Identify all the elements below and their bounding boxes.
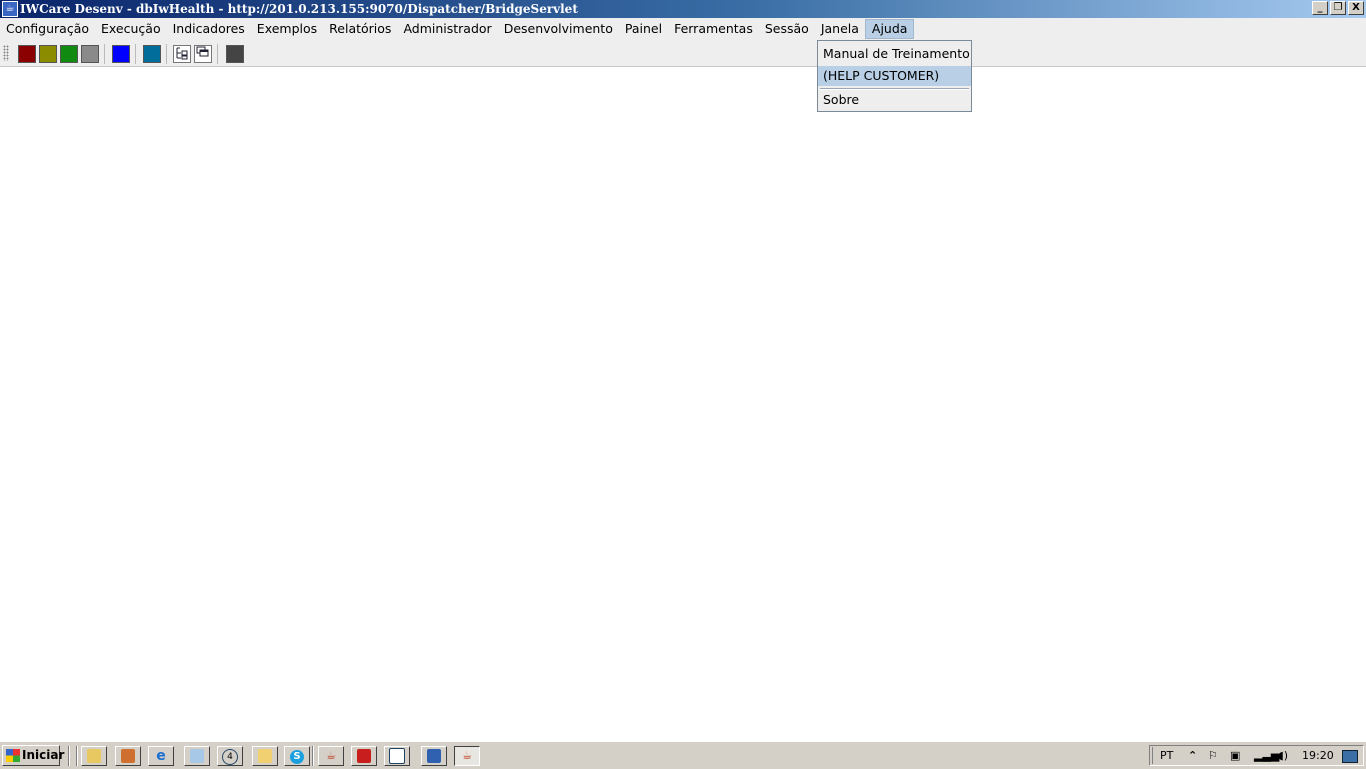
language-indicator[interactable]: PT <box>1160 749 1173 762</box>
menu-relatorios[interactable]: Relatórios <box>323 19 397 39</box>
color-button-darkgray[interactable] <box>226 45 244 63</box>
skype-icon[interactable]: S <box>284 746 310 766</box>
network-icon[interactable] <box>421 746 447 766</box>
menu-item-sobre[interactable]: Sobre <box>818 90 971 110</box>
color-button-gray[interactable] <box>81 45 99 63</box>
volume-icon[interactable]: ◖) <box>1278 749 1288 762</box>
window-controls: _ ❐ X <box>1312 1 1364 15</box>
media-icon[interactable] <box>115 746 141 766</box>
toolbar-separator <box>104 44 105 64</box>
clock[interactable]: 19:20 <box>1302 749 1334 762</box>
ie-icon[interactable]: e <box>148 746 174 766</box>
java-icon[interactable]: ☕ <box>318 746 344 766</box>
counter-icon[interactable]: 4 <box>217 746 243 766</box>
notepad-icon[interactable] <box>184 746 210 766</box>
menu-bar: Configuração Execução Indicadores Exempl… <box>0 18 1366 40</box>
color-button-blue[interactable] <box>112 45 130 63</box>
help-dropdown-menu: Manual de Treinamento (HELP CUSTOMER) So… <box>817 40 972 112</box>
menu-item-manual-treinamento[interactable]: Manual de Treinamento <box>818 44 971 64</box>
menu-sessao[interactable]: Sessão <box>759 19 815 39</box>
system-tray: PT ⌃ ⚐ ▣ ▂▃▅ ◖) 19:20 <box>1149 745 1364 766</box>
document-icon[interactable] <box>384 746 410 766</box>
menu-item-help-customer[interactable]: (HELP CUSTOMER) <box>818 66 971 86</box>
explorer-icon[interactable] <box>252 746 278 766</box>
flag-icon[interactable]: ⚐ <box>1208 749 1218 762</box>
taskbar-separator <box>312 746 314 766</box>
monitor-icon[interactable] <box>1342 750 1358 763</box>
color-button-green[interactable] <box>60 45 78 63</box>
printer-icon[interactable]: ▣ <box>1230 749 1240 762</box>
chevron-up-icon[interactable]: ⌃ <box>1188 749 1197 762</box>
close-button[interactable]: X <box>1348 1 1364 15</box>
toolbar-grip-handle[interactable] <box>3 45 9 61</box>
menu-administrador[interactable]: Administrador <box>397 19 497 39</box>
signal-icon[interactable]: ▂▃▅ <box>1254 749 1279 762</box>
menu-janela[interactable]: Janela <box>815 19 865 39</box>
window-title-bar: ☕ IWCare Desenv - dbIwHealth - http://20… <box>0 0 1366 18</box>
menu-execucao[interactable]: Execução <box>95 19 167 39</box>
toolbar-separator <box>135 44 136 64</box>
java-app-icon[interactable]: ☕ <box>454 746 480 766</box>
tree-view-icon[interactable] <box>173 45 191 63</box>
menu-painel[interactable]: Painel <box>619 19 668 39</box>
color-button-teal[interactable] <box>143 45 161 63</box>
start-button[interactable]: Iniciar <box>2 745 64 766</box>
taskbar-separator <box>76 746 78 766</box>
toolbar-separator <box>217 44 218 64</box>
menu-exemplos[interactable]: Exemplos <box>251 19 323 39</box>
java-app-icon: ☕ <box>2 1 18 17</box>
toolbar <box>0 40 1366 67</box>
minimize-button[interactable]: _ <box>1312 1 1328 15</box>
taskbar-separator <box>68 746 70 766</box>
toolbar-separator <box>166 44 167 64</box>
menu-ferramentas[interactable]: Ferramentas <box>668 19 759 39</box>
menu-desenvolvimento[interactable]: Desenvolvimento <box>498 19 619 39</box>
color-button-olive[interactable] <box>39 45 57 63</box>
menu-indicadores[interactable]: Indicadores <box>167 19 251 39</box>
folder-icon[interactable] <box>81 746 107 766</box>
color-button-darkred[interactable] <box>18 45 36 63</box>
menu-ajuda[interactable]: Ajuda <box>864 19 915 39</box>
window-cascade-icon[interactable] <box>194 45 212 63</box>
start-label: Iniciar <box>22 748 65 762</box>
pdf-icon[interactable] <box>351 746 377 766</box>
windows-logo-icon <box>6 749 20 762</box>
restore-button[interactable]: ❐ <box>1330 1 1346 15</box>
taskbar: Iniciar e 4 S ☕ ☕ PT ⌃ ⚐ ▣ ▂▃▅ ◖) 19:20 <box>0 741 1366 769</box>
menu-configuracao[interactable]: Configuração <box>0 19 95 39</box>
window-title: IWCare Desenv - dbIwHealth - http://201.… <box>20 2 578 16</box>
